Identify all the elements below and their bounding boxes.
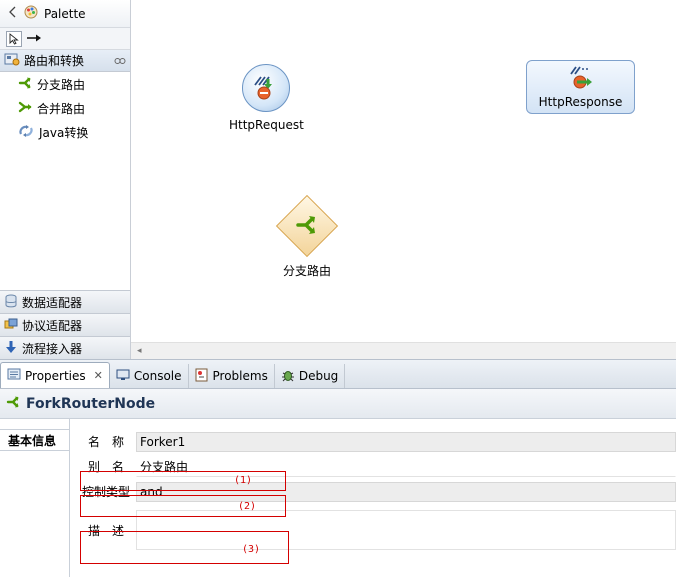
tab-console[interactable]: Console xyxy=(110,364,189,388)
close-tab-icon[interactable]: ✕ xyxy=(94,369,103,382)
java-transform-icon xyxy=(18,124,34,141)
drawer-label: 协议适配器 xyxy=(22,318,83,333)
drawer-routing-transform[interactable]: 路由和转换 xyxy=(0,50,130,72)
annotation-box-1 xyxy=(80,471,286,491)
tab-properties[interactable]: Properties ✕ xyxy=(0,362,110,388)
field-row-name: 名 称 Forker1 xyxy=(76,429,676,454)
drawer-label: 数据适配器 xyxy=(22,295,83,310)
annotation-label-1: (1) xyxy=(234,475,253,486)
drawer-label: 流程接入器 xyxy=(22,341,83,356)
console-icon xyxy=(116,369,130,384)
down-arrow-icon xyxy=(4,340,18,357)
fork-node-shape xyxy=(275,194,339,258)
scroll-left-icon[interactable]: ◂ xyxy=(137,346,142,356)
select-tool-icon[interactable] xyxy=(6,30,22,47)
node-fork-router[interactable]: 分支路由 xyxy=(275,194,339,279)
node-label: 分支路由 xyxy=(282,264,331,278)
tab-problems[interactable]: Problems xyxy=(189,364,275,388)
fork-router-icon xyxy=(295,213,319,240)
connection-tool-icon[interactable] xyxy=(26,32,42,46)
drawer-data-adapter[interactable]: 数据适配器 xyxy=(0,290,130,313)
node-http-request[interactable]: HttpRequest xyxy=(229,64,304,132)
routing-drawer-icon xyxy=(4,52,20,69)
node-label: HttpResponse xyxy=(538,94,623,109)
properties-title: ForkRouterNode xyxy=(26,395,156,412)
side-tab-label: 基本信息 xyxy=(8,433,57,448)
properties-panel: ForkRouterNode 基本信息 名 称 Forker1 别 名 分支路由… xyxy=(0,389,676,577)
palette-item-java-transform[interactable]: Java转换 xyxy=(0,120,130,144)
fork-router-icon xyxy=(6,395,20,413)
palette-item-label: Java转换 xyxy=(39,125,89,140)
annotation-label-3: (3) xyxy=(242,544,261,555)
palette-panel: Palette 路由和转换 分支路由 合并路由 Java转换 数据适配器 协议适… xyxy=(0,0,131,359)
palette-icon xyxy=(24,5,38,22)
diagram-canvas[interactable]: HttpRequest HttpResponse 分支路由 ◂ xyxy=(131,0,676,359)
drawer-label: 路由和转换 xyxy=(24,54,85,68)
palette-item-fork-router[interactable]: 分支路由 xyxy=(0,72,130,96)
properties-header: ForkRouterNode xyxy=(0,389,676,419)
node-label: HttpRequest xyxy=(229,118,304,132)
drawer-process-connector[interactable]: 流程接入器 xyxy=(0,336,130,359)
database-icon xyxy=(4,294,18,311)
palette-header: Palette xyxy=(0,0,130,28)
view-tab-bar: Properties ✕ Console Problems Debug xyxy=(0,359,676,389)
palette-title: Palette xyxy=(44,6,86,21)
palette-tools xyxy=(0,28,130,50)
pin-drawer-icon[interactable] xyxy=(114,54,126,68)
protocol-adapter-icon xyxy=(4,317,18,334)
tab-debug[interactable]: Debug xyxy=(275,364,346,388)
tab-label: Problems xyxy=(212,369,268,383)
palette-item-join-router[interactable]: 合并路由 xyxy=(0,96,130,120)
http-response-icon xyxy=(567,65,595,93)
http-request-icon xyxy=(242,64,291,112)
tab-label: Console xyxy=(133,369,182,383)
annotation-label-2: (2) xyxy=(238,501,257,512)
name-label: 名 称 xyxy=(87,435,124,449)
tab-label: Debug xyxy=(298,369,339,383)
properties-side-tabs: 基本信息 xyxy=(0,419,70,577)
fork-router-icon xyxy=(18,76,32,93)
tab-label: Properties xyxy=(25,368,86,383)
node-http-response[interactable]: HttpResponse xyxy=(526,60,635,114)
name-field[interactable]: Forker1 xyxy=(136,431,676,452)
palette-item-label: 合并路由 xyxy=(37,101,86,116)
canvas-horizontal-scrollbar[interactable]: ◂ xyxy=(131,342,676,359)
drawer-protocol-adapter[interactable]: 协议适配器 xyxy=(0,313,130,336)
properties-icon xyxy=(7,368,21,383)
debug-bug-icon xyxy=(281,368,295,385)
palette-item-label: 分支路由 xyxy=(37,77,86,92)
tab-basic-info[interactable]: 基本信息 xyxy=(0,429,69,451)
join-router-icon xyxy=(18,100,32,117)
palette-bottom-drawers: 数据适配器 协议适配器 流程接入器 xyxy=(0,290,130,359)
problems-icon xyxy=(195,368,209,385)
collapse-palette-icon[interactable] xyxy=(8,6,18,21)
